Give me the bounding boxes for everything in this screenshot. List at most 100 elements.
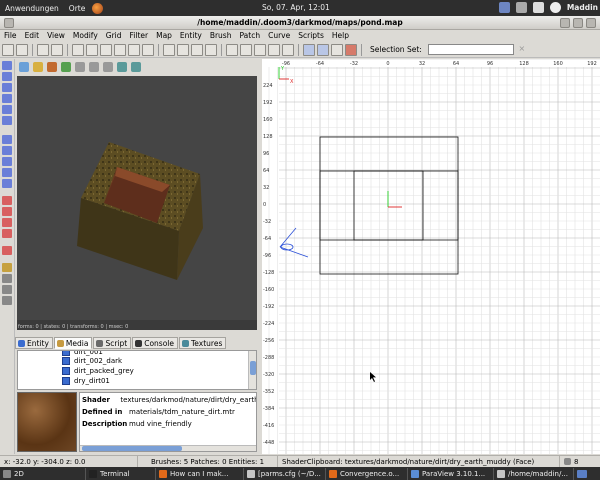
media-tree[interactable]: dirt_001 dirt_002_dark dirt_packed_grey …	[17, 350, 257, 390]
hollow-icon[interactable]	[254, 43, 266, 56]
task-file-manager[interactable]: /home/maddin/...	[494, 467, 574, 480]
menu-map[interactable]: Map	[152, 31, 176, 40]
menu-file[interactable]: File	[0, 31, 21, 40]
selection-set-combo[interactable]	[427, 44, 514, 55]
clipper-icon[interactable]	[282, 43, 294, 56]
texture-lock-icon[interactable]	[303, 43, 315, 56]
create-brush-icon[interactable]	[2, 196, 12, 205]
scrollbar-thumb[interactable]	[250, 361, 256, 375]
play-icon[interactable]	[89, 62, 99, 72]
scrollbar-thumb[interactable]	[82, 446, 182, 451]
rotate-y-icon[interactable]	[128, 43, 140, 56]
camera-view-icon[interactable]	[331, 43, 343, 56]
select-partial-icon[interactable]	[191, 43, 203, 56]
select-vertices-icon[interactable]	[2, 168, 12, 177]
menu-scripts[interactable]: Scripts	[294, 31, 328, 40]
window-menu-icon[interactable]	[4, 18, 14, 28]
flip-texture-icon[interactable]	[2, 296, 12, 305]
tab-entity[interactable]: Entity	[15, 337, 53, 349]
volume-icon[interactable]	[532, 2, 544, 13]
scale-lock-icon[interactable]	[317, 43, 329, 56]
menu-grid[interactable]: Grid	[102, 31, 126, 40]
flip-x-icon[interactable]	[72, 43, 84, 56]
brush-outline[interactable]	[319, 136, 459, 275]
menu-curve[interactable]: Curve	[264, 31, 294, 40]
flip-y-icon[interactable]	[86, 43, 98, 56]
stop-icon[interactable]	[103, 62, 113, 72]
menu-view[interactable]: View	[43, 31, 69, 40]
browser-launcher-icon[interactable]	[92, 2, 104, 14]
save-map-icon[interactable]	[16, 43, 28, 56]
network-icon[interactable]	[515, 2, 527, 13]
far-clip-in-icon[interactable]	[75, 62, 85, 72]
task-editor[interactable]: [parms.cfg (~/D...	[244, 467, 326, 480]
redo-icon[interactable]	[51, 43, 63, 56]
create-sphere-icon[interactable]	[2, 246, 12, 255]
textured-mode-icon[interactable]	[47, 62, 57, 72]
create-cone-icon[interactable]	[2, 229, 12, 238]
move-vertical-icon[interactable]	[2, 72, 12, 81]
task-browser[interactable]: How can I mak...	[156, 467, 244, 480]
menu-help[interactable]: Help	[328, 31, 353, 40]
resize-icon[interactable]	[2, 94, 12, 103]
fit-texture-icon[interactable]	[2, 285, 12, 294]
create-cylinder-icon[interactable]	[2, 207, 12, 216]
texture-tool-icon[interactable]	[2, 274, 12, 283]
camera-viewport[interactable]: forms: 0 | states: 0 | transforms: 0 | m…	[17, 76, 257, 330]
far-clip-icon[interactable]	[117, 62, 127, 72]
shield-icon[interactable]	[498, 2, 510, 13]
select-inside-icon[interactable]	[177, 43, 189, 56]
menu-edit[interactable]: Edit	[21, 31, 44, 40]
clip-icon[interactable]	[2, 105, 12, 114]
open-map-icon[interactable]	[2, 43, 14, 56]
select-primitives-icon[interactable]	[2, 135, 12, 144]
minimize-button[interactable]	[560, 18, 570, 28]
tab-console[interactable]: Console	[132, 337, 178, 349]
select-edges-icon[interactable]	[2, 179, 12, 188]
select-complete-icon[interactable]	[205, 43, 217, 56]
rotate-z-icon[interactable]	[142, 43, 154, 56]
list-item[interactable]: dirt_002_dark	[18, 356, 256, 366]
rotate-x-icon[interactable]	[114, 43, 126, 56]
applications-menu[interactable]: Anwendungen	[0, 4, 64, 13]
align-icon[interactable]	[2, 116, 12, 125]
cubic-clip-icon[interactable]	[131, 62, 141, 72]
ortho-grid-view[interactable]: -224-192-160-128-96-64-32032649612816019…	[262, 59, 600, 454]
task-paraview[interactable]: ParaView 3.10.1...	[408, 467, 494, 480]
csg-subtract-icon[interactable]	[226, 43, 238, 56]
select-touching-icon[interactable]	[163, 43, 175, 56]
list-item[interactable]: dry_dirt01	[18, 376, 256, 386]
rotate-icon[interactable]	[2, 83, 12, 92]
workspace-switcher[interactable]	[574, 468, 600, 480]
menu-patch[interactable]: Patch	[235, 31, 264, 40]
menu-filter[interactable]: Filter	[126, 31, 153, 40]
room-icon[interactable]	[268, 43, 280, 56]
tab-textures[interactable]: Textures	[178, 337, 227, 349]
select-faces-icon[interactable]	[2, 157, 12, 166]
select-groups-icon[interactable]	[2, 146, 12, 155]
light-inspector-icon[interactable]	[345, 43, 357, 56]
flip-z-icon[interactable]	[100, 43, 112, 56]
camera-settings-icon[interactable]	[19, 62, 29, 72]
list-item[interactable]: dirt_packed_grey	[18, 366, 256, 376]
places-menu[interactable]: Orte	[64, 4, 91, 13]
patch-tool-icon[interactable]	[2, 263, 12, 272]
menu-brush[interactable]: Brush	[206, 31, 236, 40]
menu-entity[interactable]: Entity	[176, 31, 206, 40]
menu-modify[interactable]: Modify	[69, 31, 102, 40]
task-terminal[interactable]: Terminal	[86, 467, 156, 480]
csg-merge-icon[interactable]	[240, 43, 252, 56]
user-menu[interactable]: Maddin	[567, 3, 598, 12]
close-button[interactable]	[586, 18, 596, 28]
shader-info-scrollbar[interactable]	[80, 445, 256, 451]
move-icon[interactable]	[2, 61, 12, 70]
clear-selection-set-icon[interactable]: ×	[516, 44, 528, 56]
power-icon[interactable]	[549, 2, 561, 13]
task-2d[interactable]: 2D	[0, 467, 86, 480]
create-prism-icon[interactable]	[2, 218, 12, 227]
undo-icon[interactable]	[37, 43, 49, 56]
clock[interactable]: So, 07. Apr, 12:01	[262, 3, 330, 12]
wireframe-mode-icon[interactable]	[33, 62, 43, 72]
task-convergence[interactable]: Convergence.o...	[326, 467, 408, 480]
tab-media[interactable]: Media	[53, 337, 93, 349]
